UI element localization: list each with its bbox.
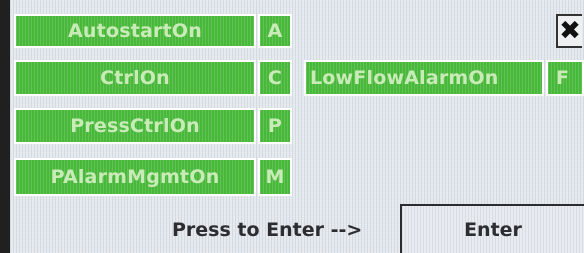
autostart-on-button[interactable]: AutostartOn — [14, 14, 256, 48]
enter-button[interactable]: Enter — [400, 204, 584, 253]
press-to-enter-label: Press to Enter --> — [172, 219, 363, 241]
low-flow-alarm-on-button[interactable]: LowFlowAlarmOn — [304, 60, 544, 96]
palarm-mgmt-on-button[interactable]: PAlarmMgmtOn — [14, 158, 256, 196]
x-close-icon: ✖ — [559, 16, 581, 46]
press-ctrl-key-badge[interactable]: P — [258, 108, 292, 144]
palarm-mgmt-key-badge[interactable]: M — [258, 158, 292, 196]
ctrl-key-badge[interactable]: C — [258, 60, 292, 96]
close-button[interactable]: ✖ — [556, 14, 582, 48]
press-ctrl-on-button[interactable]: PressCtrlOn — [14, 108, 256, 144]
autostart-key-badge[interactable]: A — [258, 14, 292, 48]
ctrl-on-button[interactable]: CtrlOn — [14, 60, 256, 96]
low-flow-alarm-key-badge[interactable]: F — [546, 60, 584, 96]
